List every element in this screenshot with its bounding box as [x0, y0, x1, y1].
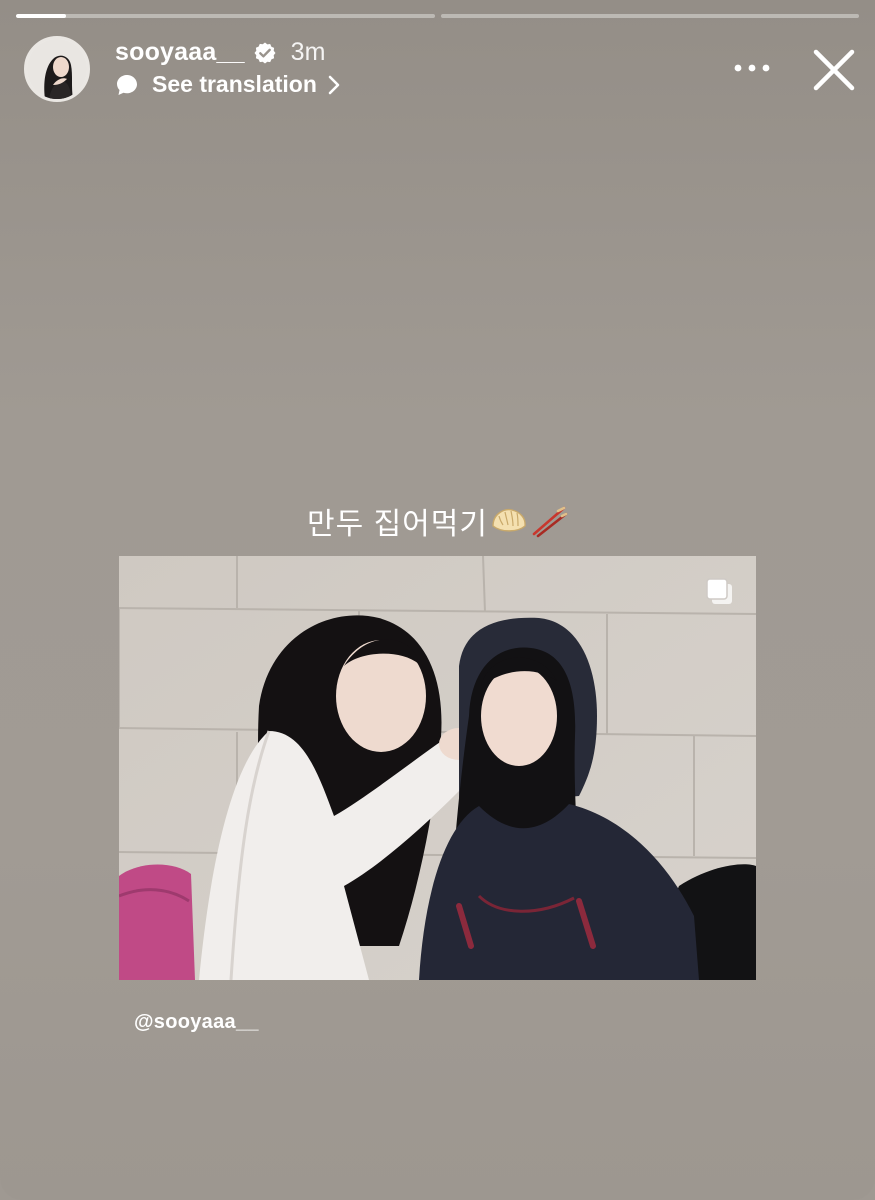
dumpling-emoji — [492, 508, 526, 532]
see-translation-label: See translation — [152, 71, 317, 97]
mention-sticker[interactable]: @sooyaaa__ — [134, 1011, 259, 1034]
story-progress — [16, 14, 859, 18]
chopsticks-emoji — [532, 506, 568, 538]
username[interactable]: sooyaaa__ — [115, 38, 245, 67]
multiple-images-icon — [706, 578, 732, 604]
close-icon[interactable] — [810, 46, 858, 94]
avatar[interactable] — [24, 36, 90, 102]
see-translation-button[interactable]: See translation — [115, 71, 341, 98]
chevron-right-icon — [328, 75, 340, 94]
caption-text: 만두 집어먹기 — [307, 508, 488, 541]
verified-badge-icon — [254, 42, 276, 63]
story-caption: 만두 집어먹기 — [0, 499, 875, 543]
speech-bubble-icon — [117, 74, 137, 95]
progress-segment-2 — [440, 14, 859, 18]
story-viewer[interactable]: sooyaaa__ 3m See translation 만두 집어먹기 @so… — [0, 0, 875, 1200]
more-horizontal-icon[interactable] — [733, 58, 771, 78]
time-ago: 3m — [290, 38, 326, 66]
story-header-user: sooyaaa__ 3m — [115, 38, 325, 67]
post-photo — [119, 556, 756, 980]
progress-segment-1 — [16, 14, 435, 18]
embedded-post[interactable] — [119, 556, 756, 980]
